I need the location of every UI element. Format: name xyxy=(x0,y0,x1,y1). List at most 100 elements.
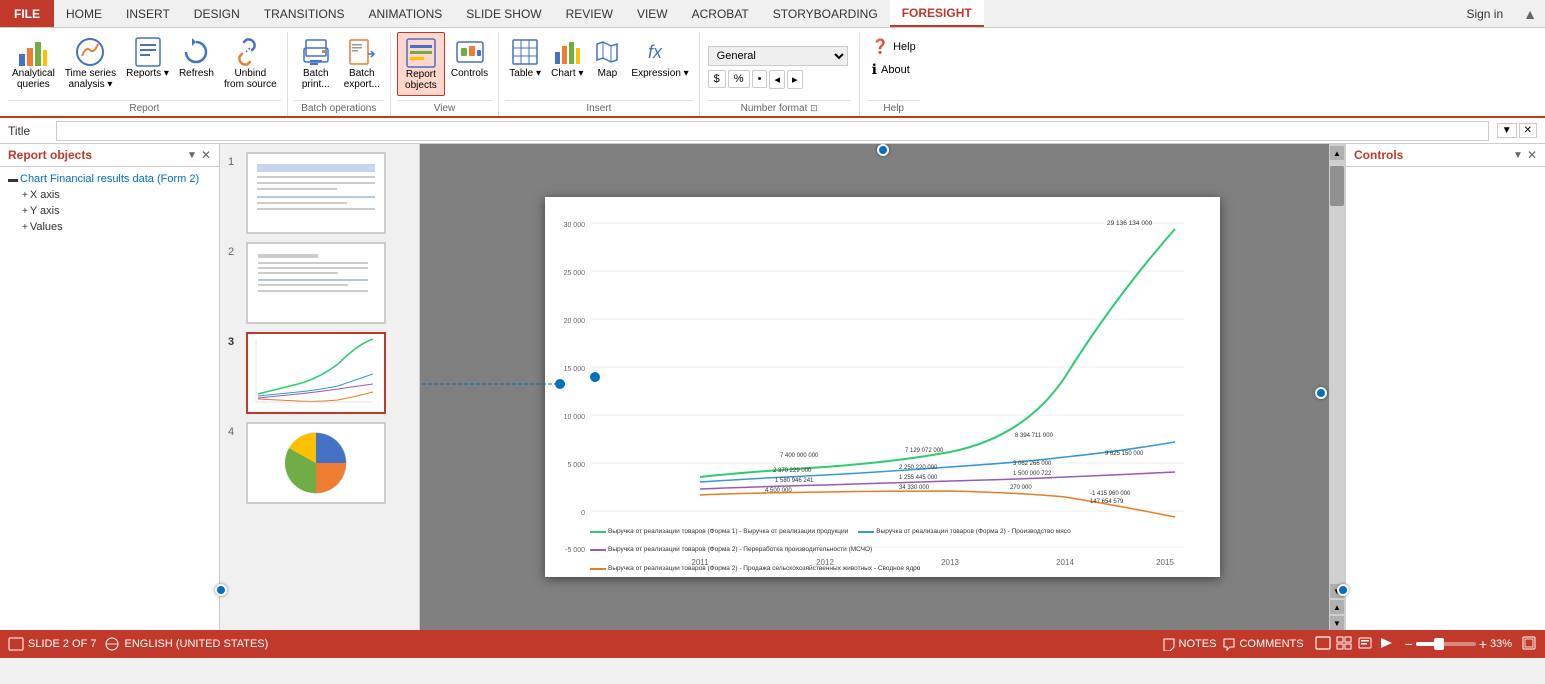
svg-text:7 400 000 000: 7 400 000 000 xyxy=(780,453,819,459)
zoom-slider[interactable] xyxy=(1416,642,1476,646)
ribbon-collapse-button[interactable]: ▲ xyxy=(1515,6,1545,22)
batch-export-button[interactable]: Batch export... xyxy=(340,32,384,94)
expression-icon: fx xyxy=(644,36,676,68)
unbind-button[interactable]: Unbind from source xyxy=(220,32,281,94)
report-objects-close-button[interactable]: ✕ xyxy=(201,148,211,162)
batch-print-icon xyxy=(300,36,332,68)
report-objects-dropdown-button[interactable]: ▼ xyxy=(187,150,197,161)
slide-number-1: 1 xyxy=(228,156,240,168)
chart-button[interactable]: Chart ▾ xyxy=(547,32,587,83)
connection-svg xyxy=(420,244,710,444)
tab-design[interactable]: DESIGN xyxy=(182,0,252,27)
tree-item-values[interactable]: + Values xyxy=(22,219,211,235)
scroll-thumb[interactable] xyxy=(1330,166,1344,206)
comments-button[interactable]: COMMENTS xyxy=(1222,637,1303,651)
tab-review[interactable]: REVIEW xyxy=(554,0,625,27)
controls-panel: Controls ▼ ✕ xyxy=(1345,144,1545,630)
decrease-decimal-button[interactable]: ◂ xyxy=(769,70,785,89)
tab-acrobat[interactable]: ACROBAT xyxy=(680,0,761,27)
tab-slideshow[interactable]: SLIDE SHOW xyxy=(454,0,553,27)
slide-number-2: 2 xyxy=(228,246,240,258)
reports-button[interactable]: Reports ▾ xyxy=(122,32,173,83)
controls-dropdown-button[interactable]: ▼ xyxy=(1513,150,1523,161)
batch-print-button[interactable]: Batch print... xyxy=(294,32,338,94)
help-button[interactable]: ❓ Help xyxy=(868,36,920,57)
report-objects-button[interactable]: Report objects xyxy=(397,32,445,96)
scroll-page-up[interactable]: ▲ xyxy=(1330,600,1344,614)
svg-text:1 255 445 000: 1 255 445 000 xyxy=(899,475,938,481)
ribbon-group-insert-label: Insert xyxy=(505,100,693,116)
ribbon-group-batch: Batch print... Batch export... Batch ope… xyxy=(288,32,391,116)
tree-item-yaxis[interactable]: + Y axis xyxy=(22,203,211,219)
reading-view-icon xyxy=(1357,636,1373,650)
formula-label: Title xyxy=(8,124,48,138)
tree-collapse-chart[interactable]: ▬ xyxy=(8,174,18,185)
slideshow-icon xyxy=(1378,636,1394,650)
tree-collapse-values[interactable]: + xyxy=(22,222,28,233)
tree-item-xaxis[interactable]: + X axis xyxy=(22,187,211,203)
table-button[interactable]: Table ▾ xyxy=(505,32,545,83)
scroll-page-down[interactable]: ▼ xyxy=(1330,616,1344,630)
scroll-up-button[interactable]: ▲ xyxy=(1330,146,1344,160)
tab-foresight[interactable]: FORESIGHT xyxy=(890,0,984,27)
percent-button[interactable]: % xyxy=(728,70,750,88)
tab-signin[interactable]: Sign in xyxy=(1454,0,1515,27)
analytical-queries-button[interactable]: Analytical queries xyxy=(8,32,59,94)
slide-item-3[interactable]: 3 xyxy=(228,332,411,414)
zoom-in-button[interactable]: + xyxy=(1479,636,1487,652)
slide-thumb-3[interactable] xyxy=(246,332,386,414)
slide-thumb-4[interactable] xyxy=(246,422,386,504)
increase-decimal-button[interactable]: ▸ xyxy=(787,70,803,89)
slide-item-1[interactable]: 1 xyxy=(228,152,411,234)
fit-to-window-button[interactable] xyxy=(1521,635,1537,654)
tab-transitions[interactable]: TRANSITIONS xyxy=(252,0,357,27)
ribbon-group-insert: Table ▾ Chart ▾ Map fx Expression ▾ Inse… xyxy=(499,32,700,116)
notes-button[interactable]: NOTES xyxy=(1162,637,1217,651)
tab-home[interactable]: HOME xyxy=(54,0,114,27)
slide-sorter-button[interactable] xyxy=(1335,635,1353,654)
tree-collapse-xaxis[interactable]: + xyxy=(22,190,28,201)
slide-item-4[interactable]: 4 xyxy=(228,422,411,504)
slide-4-preview xyxy=(281,428,351,498)
tree-item-chart[interactable]: ▬ Chart Financial results data (Form 2) xyxy=(8,171,211,187)
tab-storyboarding[interactable]: STORYBOARDING xyxy=(761,0,890,27)
time-series-button[interactable]: Time series analysis ▾ xyxy=(61,32,120,94)
canvas-scrollbar[interactable]: ▲ ▼ ▲ ▼ xyxy=(1329,144,1345,630)
tab-animations[interactable]: ANIMATIONS xyxy=(356,0,454,27)
main-canvas[interactable]: 30 000 25 000 20 000 15 000 10 000 5 000… xyxy=(420,144,1345,630)
table-icon xyxy=(511,36,539,68)
slide-thumb-2[interactable] xyxy=(246,242,386,324)
about-button[interactable]: ℹ About xyxy=(868,59,920,80)
slide-item-2[interactable]: 2 xyxy=(228,242,411,324)
expression-button[interactable]: fx Expression ▾ xyxy=(627,32,692,83)
tab-insert[interactable]: INSERT xyxy=(114,0,182,27)
svg-text:1 500 000 722: 1 500 000 722 xyxy=(1013,471,1052,477)
legend-item-2: Выручка от реализации товаров (Форма 2) … xyxy=(858,528,1070,536)
normal-view-button[interactable] xyxy=(1314,635,1332,654)
currency-button[interactable]: $ xyxy=(708,70,726,88)
ribbon-group-batch-label: Batch operations xyxy=(294,100,384,116)
tree-collapse-yaxis[interactable]: + xyxy=(22,206,28,217)
legend-item-1: Выручка от реализации товаров (Форма 1) … xyxy=(590,528,848,536)
zoom-out-button[interactable]: − xyxy=(1405,636,1413,652)
tab-view[interactable]: VIEW xyxy=(625,0,680,27)
formula-close-button[interactable]: ✕ xyxy=(1519,123,1537,138)
comma-button[interactable]: • xyxy=(752,70,768,88)
number-format-dropdown[interactable]: General xyxy=(708,46,848,66)
formula-input[interactable] xyxy=(57,123,1488,139)
reading-view-button[interactable] xyxy=(1356,635,1374,654)
formula-dropdown-button[interactable]: ▼ xyxy=(1497,123,1517,138)
controls-close-button[interactable]: ✕ xyxy=(1527,148,1537,162)
report-objects-panel: Report objects ▼ ✕ ▬ Chart Financial res… xyxy=(0,144,220,630)
chart-legend: Выручка от реализации товаров (Форма 1) … xyxy=(590,528,1210,573)
slide-thumb-1[interactable] xyxy=(246,152,386,234)
tab-file[interactable]: FILE xyxy=(0,0,54,27)
map-button[interactable]: Map xyxy=(589,32,625,83)
controls-panel-header: Controls ▼ ✕ xyxy=(1346,144,1545,167)
refresh-button[interactable]: Refresh xyxy=(175,32,218,83)
formula-bar: Title ▼ ✕ xyxy=(0,118,1545,144)
fit-window-icon xyxy=(1522,636,1536,650)
slideshow-button[interactable] xyxy=(1377,635,1395,654)
status-bar: SLIDE 2 OF 7 ENGLISH (UNITED STATES) NOT… xyxy=(0,630,1545,658)
controls-button[interactable]: Controls xyxy=(447,32,492,83)
